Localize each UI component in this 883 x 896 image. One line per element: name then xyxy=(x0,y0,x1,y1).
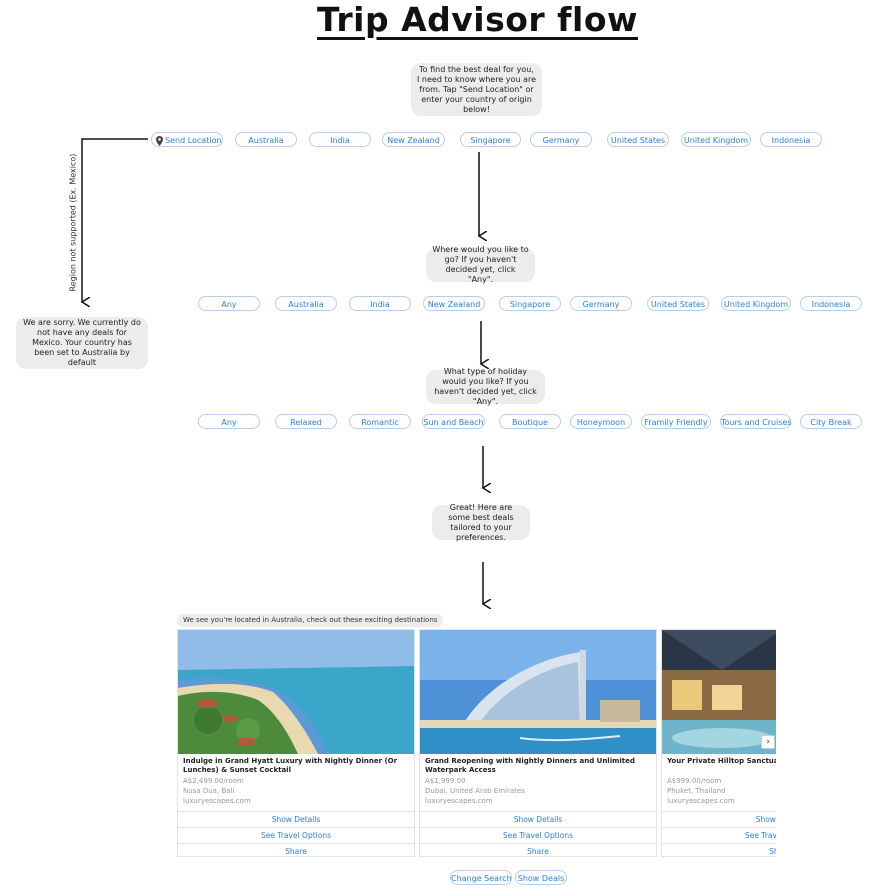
destination-option-india[interactable]: India xyxy=(349,296,411,311)
chevron-right-icon: › xyxy=(766,737,770,747)
destination-option-united-states[interactable]: United States xyxy=(647,296,709,311)
deal-price: A$1,999.00 xyxy=(425,777,466,785)
deal-location: Dubai, United Arab Emirates xyxy=(425,787,525,795)
deal-source: luxuryescapes.com xyxy=(183,797,251,805)
deal-card[interactable]: Your Private Hilltop Sanctuary w Dinner,… xyxy=(661,629,776,857)
destination-option-australia[interactable]: Australia xyxy=(275,296,337,311)
deal-image-phuket xyxy=(662,630,776,754)
holiday-option-boutique[interactable]: Boutique xyxy=(499,414,561,429)
destination-option-any[interactable]: Any xyxy=(198,296,260,311)
holiday-option-sun-and-beach[interactable]: Sun and Beach xyxy=(422,414,485,429)
holiday-option-any[interactable]: Any xyxy=(198,414,260,429)
arrow-unsupported-region xyxy=(82,138,148,302)
deal-card[interactable]: Indulge in Grand Hyatt Luxury with Night… xyxy=(177,629,415,857)
show-deals-button[interactable]: Show Deals xyxy=(515,870,567,885)
origin-option-indonesia[interactable]: Indonesia xyxy=(760,132,822,147)
destination-option-new-zealand[interactable]: New Zealand xyxy=(423,296,485,311)
send-location-label: Send Location xyxy=(165,136,222,145)
holiday-type-question-bubble: What type of holiday would you like? If … xyxy=(426,367,545,406)
see-travel-options-button[interactable]: See Travel Options xyxy=(662,827,776,843)
deal-location: Phuket, Thailand xyxy=(667,787,726,795)
origin-option-india[interactable]: India xyxy=(309,132,371,147)
deal-price: A$999.00/room xyxy=(667,777,722,785)
origin-option-new-zealand[interactable]: New Zealand xyxy=(382,132,445,147)
sorry-message-bubble: We are sorry. We currently do not have a… xyxy=(16,317,148,369)
origin-option-united-states[interactable]: United States xyxy=(607,132,669,147)
origin-option-united-kingdom[interactable]: United Kingdom xyxy=(681,132,751,147)
deal-image-bali xyxy=(178,630,414,754)
unsupported-region-label: Region not supported (Ex. Mexico) xyxy=(68,153,78,292)
holiday-option-relaxed[interactable]: Relaxed xyxy=(275,414,337,429)
deal-source: luxuryescapes.com xyxy=(667,797,735,805)
deal-title: Grand Reopening with Nightly Dinners and… xyxy=(425,757,635,774)
destination-question-bubble: Where would you like to go? If you haven… xyxy=(426,245,535,284)
deal-image-dubai xyxy=(420,630,656,754)
location-pin-icon xyxy=(156,135,163,146)
share-button[interactable]: Share xyxy=(420,843,656,856)
show-details-button[interactable]: Show Details xyxy=(420,811,656,827)
share-button[interactable]: Share xyxy=(662,843,776,856)
deal-card[interactable]: Grand Reopening with Nightly Dinners and… xyxy=(419,629,657,857)
origin-option-singapore[interactable]: Singapore xyxy=(460,132,521,147)
holiday-option-romantic[interactable]: Romantic xyxy=(349,414,411,429)
see-travel-options-button[interactable]: See Travel Options xyxy=(178,827,414,843)
origin-question-bubble: To find the best deal for you, I need to… xyxy=(411,63,542,116)
destination-option-united-kingdom[interactable]: United Kingdom xyxy=(721,296,791,311)
holiday-option-honeymoon[interactable]: Honeymoon xyxy=(570,414,632,429)
holiday-option-family-friendly[interactable]: Framily Friendly xyxy=(641,414,711,429)
deal-location: Nusa Dua, Bali xyxy=(183,787,235,795)
carousel-next-button[interactable]: › xyxy=(761,735,775,749)
deal-title: Indulge in Grand Hyatt Luxury with Night… xyxy=(183,757,398,774)
destination-option-singapore[interactable]: Singapore xyxy=(499,296,561,311)
destination-option-germany[interactable]: Germany xyxy=(570,296,632,311)
see-travel-options-button[interactable]: See Travel Options xyxy=(420,827,656,843)
change-search-button[interactable]: Change Search xyxy=(450,870,512,885)
send-location-button[interactable]: Send Location xyxy=(151,132,223,147)
destination-option-indonesia[interactable]: Indonesia xyxy=(800,296,862,311)
share-button[interactable]: Share xyxy=(178,843,414,856)
origin-option-australia[interactable]: Australia xyxy=(235,132,297,147)
deal-source: luxuryescapes.com xyxy=(425,797,493,805)
show-details-button[interactable]: Show Details xyxy=(178,811,414,827)
holiday-option-tours-and-cruises[interactable]: Tours and Cruises xyxy=(720,414,792,429)
origin-option-germany[interactable]: Germany xyxy=(530,132,592,147)
carousel-hint-bubble: We see you're located in Australia, chec… xyxy=(177,614,444,627)
result-message-bubble: Great! Here are some best deals tailored… xyxy=(432,503,530,542)
deals-carousel: Indulge in Grand Hyatt Luxury with Night… xyxy=(177,629,776,857)
holiday-option-city-break[interactable]: City Break xyxy=(800,414,862,429)
deal-title: Your Private Hilltop Sanctuary w Dinner,… xyxy=(667,757,776,765)
show-details-button[interactable]: Show Details xyxy=(662,811,776,827)
deal-price: A$2,499.00/room xyxy=(183,777,244,785)
